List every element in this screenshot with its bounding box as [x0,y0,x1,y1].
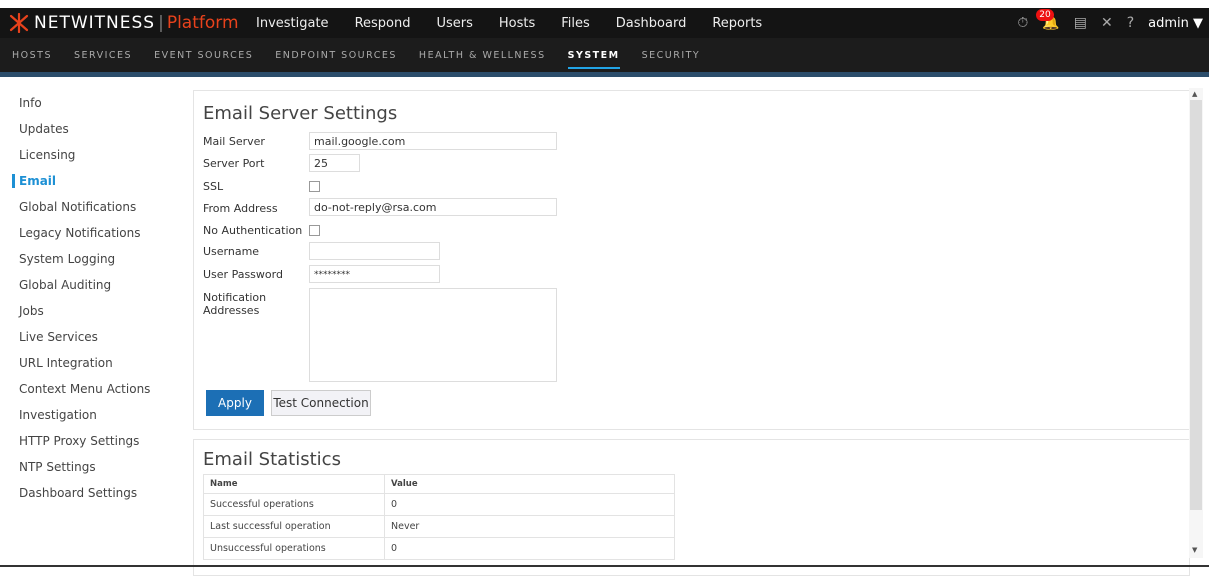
sidebar-item-http-proxy-settings[interactable]: HTTP Proxy Settings [0,428,180,454]
table-row: Successful operations 0 [203,493,675,516]
sidebar-item-info[interactable]: Info [0,90,180,116]
top-nav: Investigate Respond Users Hosts Files Da… [256,8,788,38]
user-menu[interactable]: admin ▼ [1148,16,1203,31]
tasks-icon[interactable]: ▤ [1074,15,1087,31]
email-statistics-panel: Email Statistics Name Value Successful o… [193,439,1190,576]
bottom-border [0,565,1209,567]
server-port-input[interactable]: 25 [309,154,360,172]
notifications-icon[interactable]: 🔔 20 [1036,9,1060,31]
stat-value: 0 [384,493,675,516]
sidebar-item-system-logging[interactable]: System Logging [0,246,180,272]
tab-security[interactable]: SECURITY [642,50,701,61]
sidebar-item-jobs[interactable]: Jobs [0,298,180,324]
ssl-checkbox[interactable] [309,181,320,192]
from-address-label: From Address [203,202,278,215]
sidebar-item-live-services[interactable]: Live Services [0,324,180,350]
table-row: Unsuccessful operations 0 [203,537,675,560]
chevron-down-icon: ▼ [1193,15,1203,31]
scroll-down-icon[interactable]: ▼ [1192,546,1197,554]
header-divider [0,72,1209,77]
scroll-up-icon[interactable]: ▲ [1192,90,1197,98]
nav-investigate[interactable]: Investigate [256,16,329,31]
no-authentication-label: No Authentication [203,224,303,237]
no-authentication-checkbox[interactable] [309,225,320,236]
sidebar-item-context-menu-actions[interactable]: Context Menu Actions [0,376,180,402]
sidebar-item-updates[interactable]: Updates [0,116,180,142]
top-icons: ⏱ 🔔 20 ▤ ✕ ? admin ▼ [1003,8,1203,38]
column-header-value: Value [384,474,675,494]
email-settings-title: Email Server Settings [203,103,398,124]
nav-reports[interactable]: Reports [712,16,762,31]
stat-value: 0 [384,537,675,560]
tab-system[interactable]: SYSTEM [567,50,620,69]
tools-icon[interactable]: ✕ [1101,15,1113,31]
logo[interactable]: NETWITNESS | Platform [8,12,239,34]
timer-icon[interactable]: ⏱ [1017,15,1028,31]
apply-button[interactable]: Apply [206,390,264,416]
tab-services[interactable]: SERVICES [74,50,132,61]
username-input[interactable] [309,242,440,260]
table-header-row: Name Value [203,474,675,494]
username-label: Username [203,245,260,258]
stat-name: Last successful operation [203,515,385,538]
tab-event-sources[interactable]: EVENT SOURCES [154,50,253,61]
email-server-settings-panel: Email Server Settings Mail Server mail.g… [193,90,1190,430]
from-address-input[interactable]: do-not-reply@rsa.com [309,198,557,216]
mail-server-input[interactable]: mail.google.com [309,132,557,150]
nav-users[interactable]: Users [436,16,472,31]
sidebar-item-email[interactable]: Email [0,168,180,194]
sidebar-item-investigation[interactable]: Investigation [0,402,180,428]
notification-label-line2: Addresses [203,304,260,317]
stat-value: Never [384,515,675,538]
nav-respond[interactable]: Respond [355,16,411,31]
tab-health-wellness[interactable]: HEALTH & WELLNESS [419,50,546,61]
email-statistics-table: Name Value Successful operations 0 Last … [203,474,675,560]
sidebar-item-legacy-notifications[interactable]: Legacy Notifications [0,220,180,246]
scroll-thumb[interactable] [1190,100,1202,510]
sidebar-item-licensing[interactable]: Licensing [0,142,180,168]
platform-label: Platform [166,13,239,33]
tab-hosts[interactable]: HOSTS [12,50,52,61]
help-icon[interactable]: ? [1127,15,1134,31]
brand-name: NETWITNESS [34,13,156,33]
column-header-name: Name [203,474,385,494]
notification-badge: 20 [1036,9,1054,21]
table-row: Last successful operation Never [203,515,675,538]
sidebar-item-url-integration[interactable]: URL Integration [0,350,180,376]
sidebar-item-global-auditing[interactable]: Global Auditing [0,272,180,298]
server-port-label: Server Port [203,157,265,170]
email-statistics-title: Email Statistics [203,449,341,470]
sidebar-item-global-notifications[interactable]: Global Notifications [0,194,180,220]
user-name: admin [1148,15,1189,31]
user-password-label: User Password [203,268,283,281]
notification-label-line1: Notification [203,291,267,304]
user-password-input[interactable]: ******** [309,265,440,283]
nav-dashboard[interactable]: Dashboard [616,16,687,31]
test-connection-button[interactable]: Test Connection [271,390,371,416]
notification-addresses-textarea[interactable] [309,288,557,382]
sub-nav: HOSTS SERVICES EVENT SOURCES ENDPOINT SO… [0,38,1209,72]
mail-server-label: Mail Server [203,135,265,148]
sidebar-item-ntp-settings[interactable]: NTP Settings [0,454,180,480]
sidebar: Info Updates Licensing Email Global Noti… [0,90,180,506]
top-bar: NETWITNESS | Platform Investigate Respon… [0,8,1209,38]
nav-files[interactable]: Files [561,16,590,31]
tab-endpoint-sources[interactable]: ENDPOINT SOURCES [275,50,397,61]
nav-hosts[interactable]: Hosts [499,16,535,31]
notification-addresses-label: Notification Addresses [203,291,266,317]
brand-separator: | [158,13,164,33]
sidebar-item-dashboard-settings[interactable]: Dashboard Settings [0,480,180,506]
netwitness-logo-icon [9,13,29,33]
ssl-label: SSL [203,180,224,193]
stat-name: Successful operations [203,493,385,516]
stat-name: Unsuccessful operations [203,537,385,560]
scrollbar[interactable]: ▲ ▼ [1189,88,1203,558]
